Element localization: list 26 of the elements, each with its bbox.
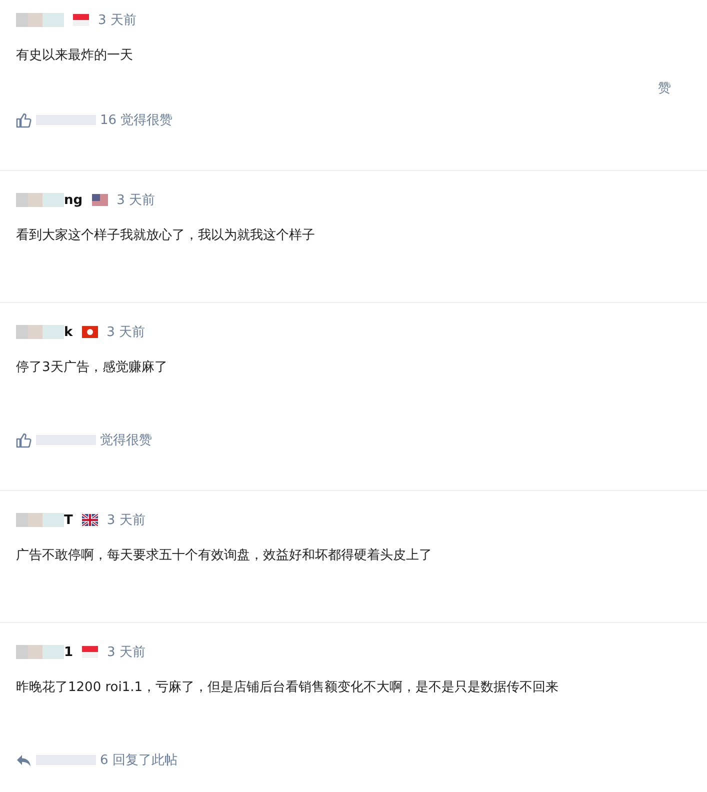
reply-icon [16,752,32,768]
like-button[interactable]: 赞 [658,79,691,97]
author-name[interactable]: k [64,324,73,340]
author-name[interactable]: T [64,512,73,528]
comment-text: 昨晚花了1200 roi1.1，亏麻了，但是店铺后台看销售额变化不大啊，是不是只是数据传不回来 [16,679,560,697]
comment-text: 有史以来最炸的一天 [16,47,134,65]
flag-icon [82,646,98,658]
post-time: 3 天前 [107,644,146,661]
thumbs-up-icon [16,432,32,448]
comment-text: 广告不敢停啊，每天要求五十个有效询盘，效益好和坏都得硬着头皮上了 [16,547,433,565]
post-time: 3 天前 [106,512,146,529]
flag-icon [92,194,108,206]
flag-icon [73,14,89,26]
activity-text: 觉得很赞 [100,432,152,449]
flag-icon [82,326,98,338]
activity-text: 6 回复了此帖 [100,752,178,769]
post-time: 3 天前 [98,12,136,29]
comment-text: 看到大家这个样子我就放心了，我以为就我这个样子 [16,227,316,245]
author-name[interactable]: 1 [64,644,74,660]
activity-text: 16 觉得很赞 [100,112,173,129]
author-name[interactable]: ng [64,192,83,208]
flag-icon [82,514,98,526]
post-time: 3 天前 [106,324,146,341]
thumbs-up-icon [16,112,32,128]
comment-text: 停了3天广告，感觉赚麻了 [16,359,168,377]
post-time: 3 天前 [116,192,155,209]
